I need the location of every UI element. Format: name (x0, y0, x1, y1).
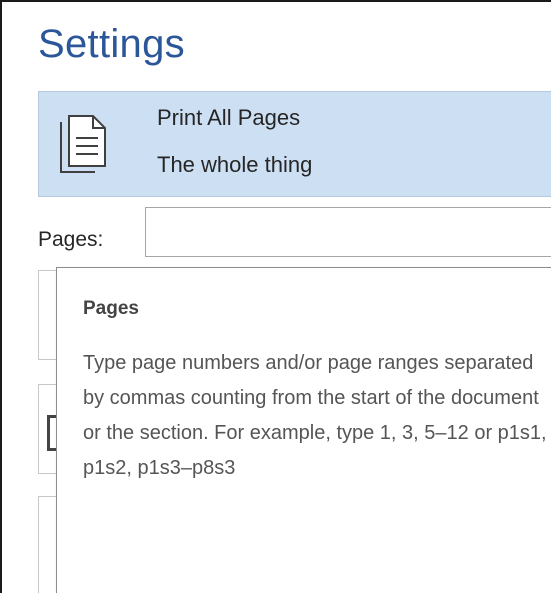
settings-heading: Settings (38, 22, 185, 66)
print-all-pages-dropdown[interactable]: Print All Pages The whole thing (38, 91, 551, 197)
print-option-title: Print All Pages (157, 105, 301, 130)
print-option-subtitle: The whole thing (157, 152, 313, 177)
tooltip-title: Pages (83, 298, 139, 319)
document-pages-icon (57, 114, 113, 174)
print-settings-panel: Settings Print All Pages The whole thing… (0, 0, 551, 593)
pages-label: Pages: (38, 228, 104, 251)
tooltip-body: Type page numbers and/or page ranges sep… (83, 352, 547, 479)
pages-tooltip: Pages Type page numbers and/or page rang… (56, 267, 551, 593)
pages-input[interactable] (145, 207, 551, 257)
